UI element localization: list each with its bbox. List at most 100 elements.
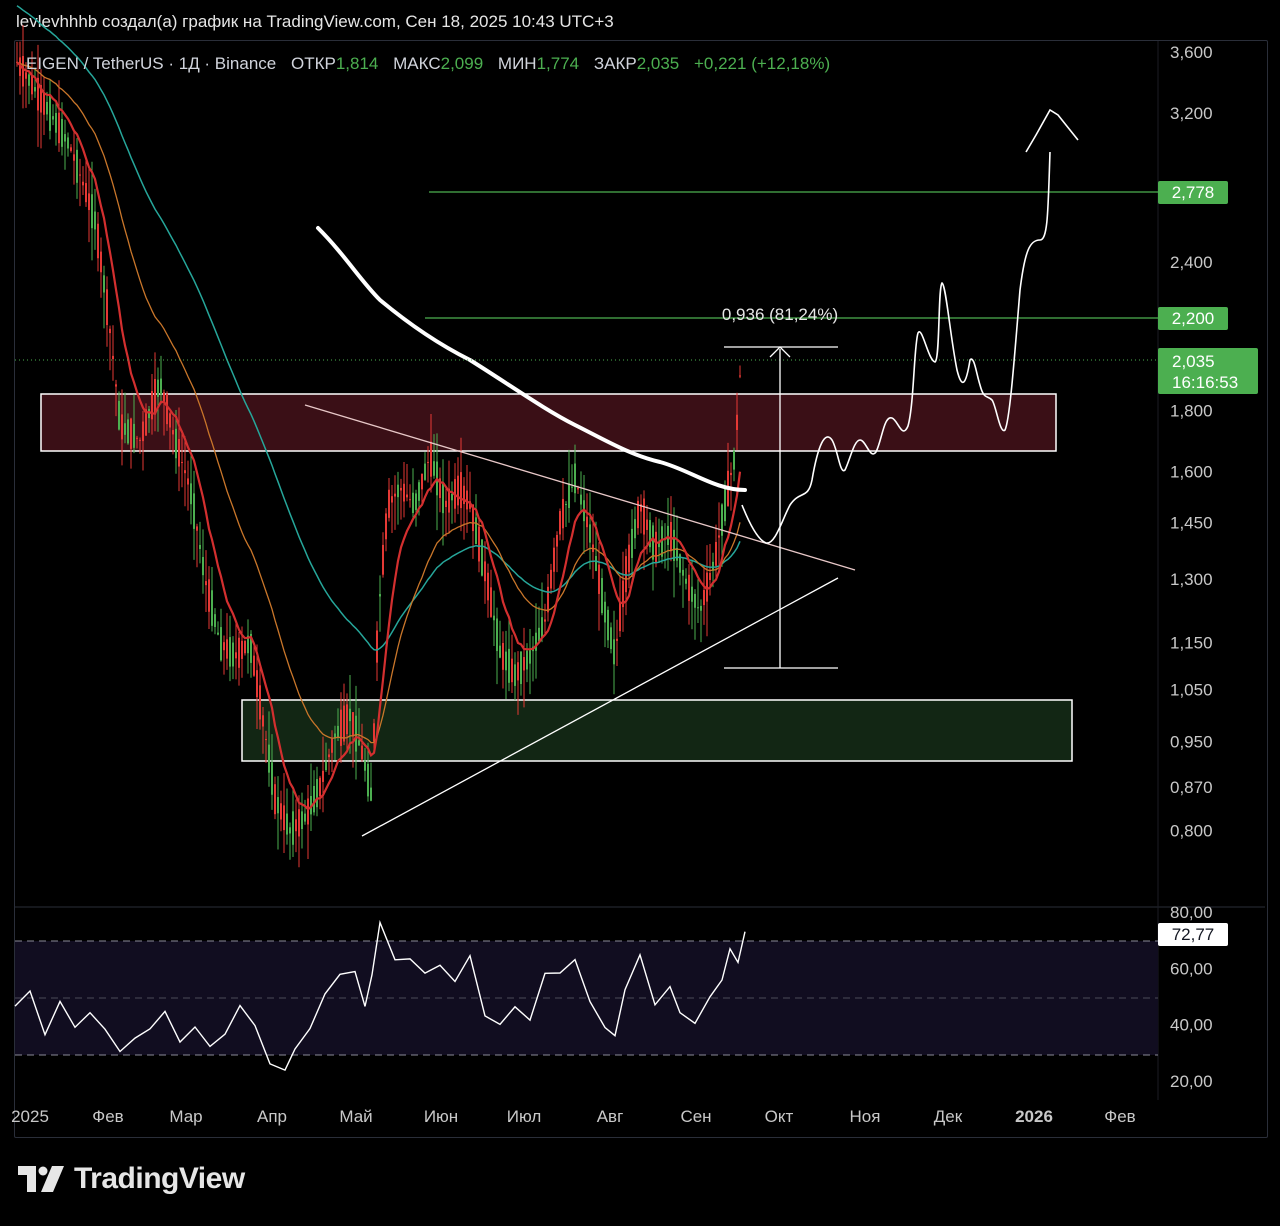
candle-body [169,413,171,428]
candle-body [685,578,687,584]
time-axis[interactable]: 2025 Фев Мар Апр Май Июн Июл Авг Сен Окт Ноя Дек 202… [11,1107,1136,1126]
candle-body [631,528,633,558]
candle-body [46,101,48,115]
candle-body [97,223,99,259]
candle-body [397,484,399,498]
candle-body [451,493,453,501]
candle-body [238,637,240,668]
candle-body [520,651,522,685]
candle-body [703,590,705,606]
time-tick-label: Июл [507,1107,542,1126]
candle-body [544,619,546,622]
main-chart-svg[interactable]: 3,600 3,200 2,400 1,800 1,600 1,450 1,300 1,150… [0,0,1280,1226]
candle-body [64,134,66,142]
candle-body [553,547,555,572]
close-label: ЗАКР [593,54,637,73]
open-label: ОТКР [290,54,336,73]
candle-body [604,601,606,623]
candle-body [82,181,84,186]
candle-body [94,211,96,230]
time-tick-label: Фев [92,1107,123,1126]
candle-body [445,500,447,508]
symbol-name[interactable]: EIGEN / TetherUS · 1Д · Binance [26,54,276,73]
candle-body [580,494,582,505]
candle-body [76,149,78,183]
support-zone[interactable] [241,699,1073,762]
candle-body [724,486,726,522]
rsi-last-badge[interactable]: 72,77 [1158,923,1228,946]
candle-body [292,811,294,845]
candle-body [325,761,327,771]
rsi-tick-label: 20,00 [1170,1072,1213,1091]
price-label-2778[interactable]: 2,778 [1158,181,1228,204]
candle-body [190,483,192,505]
candle-body [361,745,363,760]
candle-body [370,787,372,801]
candle-body [235,652,237,659]
candle-body [130,418,132,449]
candle-body [244,640,246,654]
time-tick-label: Мар [169,1107,202,1126]
candle-body [700,605,702,611]
candle-body [340,709,342,746]
candle-body [55,112,57,133]
price-tick-label: 1,450 [1170,514,1213,533]
candle-body [160,378,162,395]
time-tick-label: 2025 [11,1107,49,1126]
candle-body [133,423,135,448]
high-value: 2,099 [440,54,484,73]
candle-body [535,632,537,651]
candle-body [595,556,597,571]
symbol-legend[interactable]: EIGEN / TetherUS · 1Д · Binance ОТКР1,81… [26,54,830,74]
candle-body [409,499,411,501]
candle-body [208,579,210,612]
candle-body [670,521,672,552]
candle-body [106,289,108,326]
last-price-badge[interactable]: 2,035 16:16:53 [1158,348,1258,394]
candle-body [586,516,588,528]
candle-body [154,379,156,415]
price-tick-label: 0,870 [1170,778,1213,797]
price-tick-label: 3,600 [1170,43,1213,62]
price-label-2200-text: 2,200 [1172,309,1215,328]
candle-body [196,526,198,531]
candle-body [502,643,504,670]
candle-body [202,557,204,576]
candle-body [103,275,105,293]
candle-body [490,587,492,617]
tradingview-logo-icon [18,1166,64,1192]
price-tick-label: 1,050 [1170,681,1213,700]
candle-body [400,487,402,491]
time-tick-label: Фев [1104,1107,1135,1126]
candle-body [481,539,483,576]
candle-body [319,777,321,797]
candle-body [379,594,381,597]
low-value: 1,774 [536,54,580,73]
candle-body [295,819,297,832]
candle-body [556,534,558,547]
tradingview-logo[interactable]: TradingView [18,1162,245,1196]
price-axis[interactable]: 3,600 3,200 2,400 1,800 1,600 1,450 1,300 1,150… [1170,43,1213,840]
candle-body [730,472,732,476]
candle-body [211,590,213,626]
candle-body [628,544,630,573]
candle-body [430,441,432,477]
candle-body [205,581,207,586]
price-label-2200[interactable]: 2,200 [1158,307,1228,330]
candle-body [301,811,303,829]
candle-body [85,183,87,203]
candle-body [424,463,426,480]
candle-body [265,739,267,741]
price-tick-label: 0,950 [1170,732,1213,751]
candle-body [88,193,90,211]
candle-body [406,494,408,498]
candle-body [259,685,261,720]
resistance-zone[interactable] [40,393,1057,452]
candle-body [721,504,723,536]
candle-body [313,785,315,813]
candle-body [442,483,444,514]
price-tick-label: 0,800 [1170,821,1213,840]
candle-body [508,648,510,683]
time-tick-label: Май [339,1107,372,1126]
candle-body [538,627,540,642]
